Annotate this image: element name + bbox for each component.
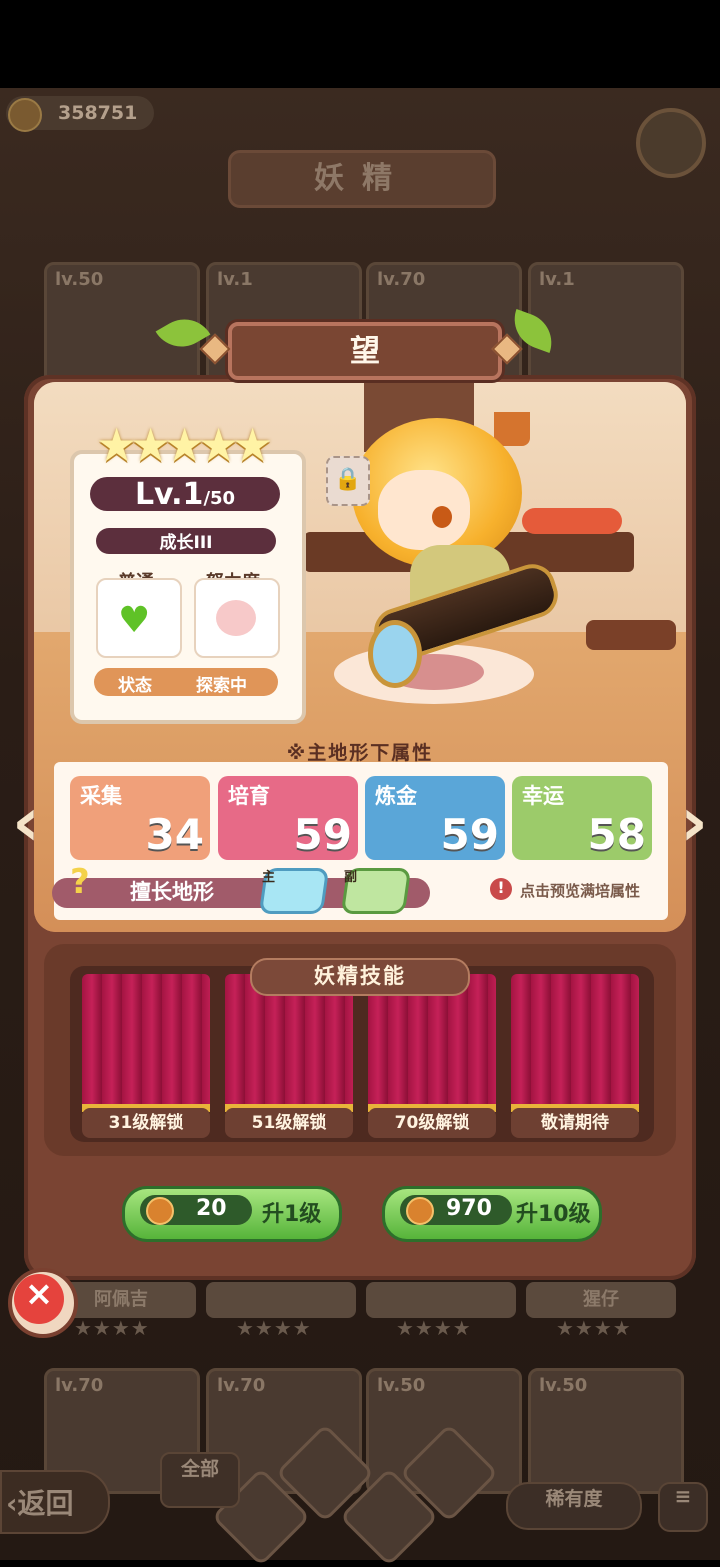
stool — [586, 620, 676, 650]
rarity-sort-button[interactable]: 稀有度 — [506, 1482, 642, 1530]
coin-icon — [8, 98, 42, 132]
bg-fairy-card: lv.50 — [528, 1368, 684, 1494]
attr-value: 59 — [440, 810, 499, 859]
bg-card-level: lv.70 — [377, 269, 426, 290]
level-max: /50 — [203, 488, 236, 509]
telescope-lens — [368, 620, 422, 688]
terrain-help-icon[interactable]: ? — [70, 862, 90, 902]
next-fairy-arrow[interactable]: › — [674, 789, 714, 860]
skill-slot-locked[interactable] — [82, 974, 210, 1112]
plant-pot — [494, 412, 530, 446]
skill-unlock-label: 51级解锁 — [225, 1108, 353, 1138]
upgrade-cost: 20 — [196, 1196, 227, 1221]
filter-all-tab[interactable]: 全部 — [160, 1452, 240, 1508]
bg-card-stars: ★★★★ — [396, 1316, 472, 1340]
effort-face-icon — [216, 600, 256, 636]
bg-card-stars: ★★★★ — [236, 1316, 312, 1340]
help-button[interactable] — [636, 108, 706, 178]
skill-unlock-label: 31级解锁 — [82, 1108, 210, 1138]
bg-card-name — [366, 1282, 516, 1318]
attr-luck: 幸运 58 — [512, 776, 652, 860]
attr-gather: 采集 34 — [70, 776, 210, 860]
upgrade-cost: 970 — [446, 1196, 492, 1221]
fairy-name: 望 — [228, 322, 502, 380]
bg-card-level: lv.70 — [217, 1375, 266, 1396]
status-bar-area — [0, 0, 720, 88]
attr-name: 培育 — [228, 784, 270, 808]
skill-unlock-label: 敬请期待 — [511, 1108, 639, 1138]
carrot — [522, 508, 622, 534]
attr-name: 炼金 — [375, 784, 417, 808]
attr-alchemy: 炼金 59 — [365, 776, 505, 860]
bg-card-level: lv.1 — [539, 269, 575, 290]
skill-slot-locked[interactable] — [511, 974, 639, 1112]
attr-value: 58 — [587, 810, 646, 859]
bg-card-name: 猩仔 — [526, 1282, 676, 1318]
bg-card-level: lv.50 — [377, 1375, 426, 1396]
growth-rank: 成长III — [96, 528, 276, 554]
attr-value: 59 — [293, 810, 352, 859]
terrain-label: 擅长地形 — [130, 880, 214, 904]
coin-icon — [146, 1197, 174, 1225]
bg-card-level: lv.50 — [55, 269, 104, 290]
fairy-face — [378, 470, 470, 550]
attr-value: 34 — [145, 810, 204, 859]
bg-card-name — [206, 1282, 356, 1318]
bg-card-level: lv.50 — [539, 1375, 588, 1396]
info-icon[interactable]: ! — [490, 878, 512, 900]
skills-title: 妖精技能 — [250, 958, 470, 996]
upgrade-label: 升10级 — [516, 1202, 591, 1227]
level-display: Lv.1/50 — [90, 477, 280, 512]
fairy-eye — [432, 506, 452, 528]
sort-order-icon[interactable]: ≡ — [658, 1482, 708, 1532]
bg-card-level: lv.70 — [55, 1375, 104, 1396]
attributes-title: ※主地形下属性 — [286, 742, 434, 764]
status-label: 状态 — [118, 676, 152, 696]
skill-unlock-label: 70级解锁 — [368, 1108, 496, 1138]
terrain-sub-tag: 副 — [344, 870, 358, 885]
page-title: 妖精 — [228, 150, 496, 208]
bg-card-stars: ★★★★ — [556, 1316, 632, 1340]
back-text: 返回 — [17, 1487, 74, 1520]
close-icon[interactable]: × — [14, 1274, 64, 1324]
heart-icon: ♥ — [118, 600, 151, 641]
attr-name: 幸运 — [522, 784, 564, 808]
attr-nurture: 培育 59 — [218, 776, 358, 860]
star-icon: ★ — [232, 418, 274, 472]
bg-card-stars: ★★★★ — [74, 1316, 150, 1340]
status-value: 探索中 — [196, 676, 247, 696]
prev-fairy-arrow[interactable]: ‹ — [6, 789, 46, 860]
lock-icon[interactable]: 🔒 — [326, 456, 370, 506]
upgrade-label: 升1级 — [262, 1202, 322, 1227]
terrain-main-tag: 主 — [262, 870, 276, 885]
bg-fairy-card: lv.1 — [528, 262, 684, 388]
back-label: ‹返回 — [6, 1487, 74, 1520]
level-value: Lv.1 — [134, 477, 204, 512]
coin-value: 358751 — [58, 102, 138, 124]
preview-max-link[interactable]: 点击预览满培属性 — [520, 880, 640, 901]
coin-icon — [406, 1197, 434, 1225]
bg-card-level: lv.1 — [217, 269, 253, 290]
attr-name: 采集 — [80, 784, 122, 808]
